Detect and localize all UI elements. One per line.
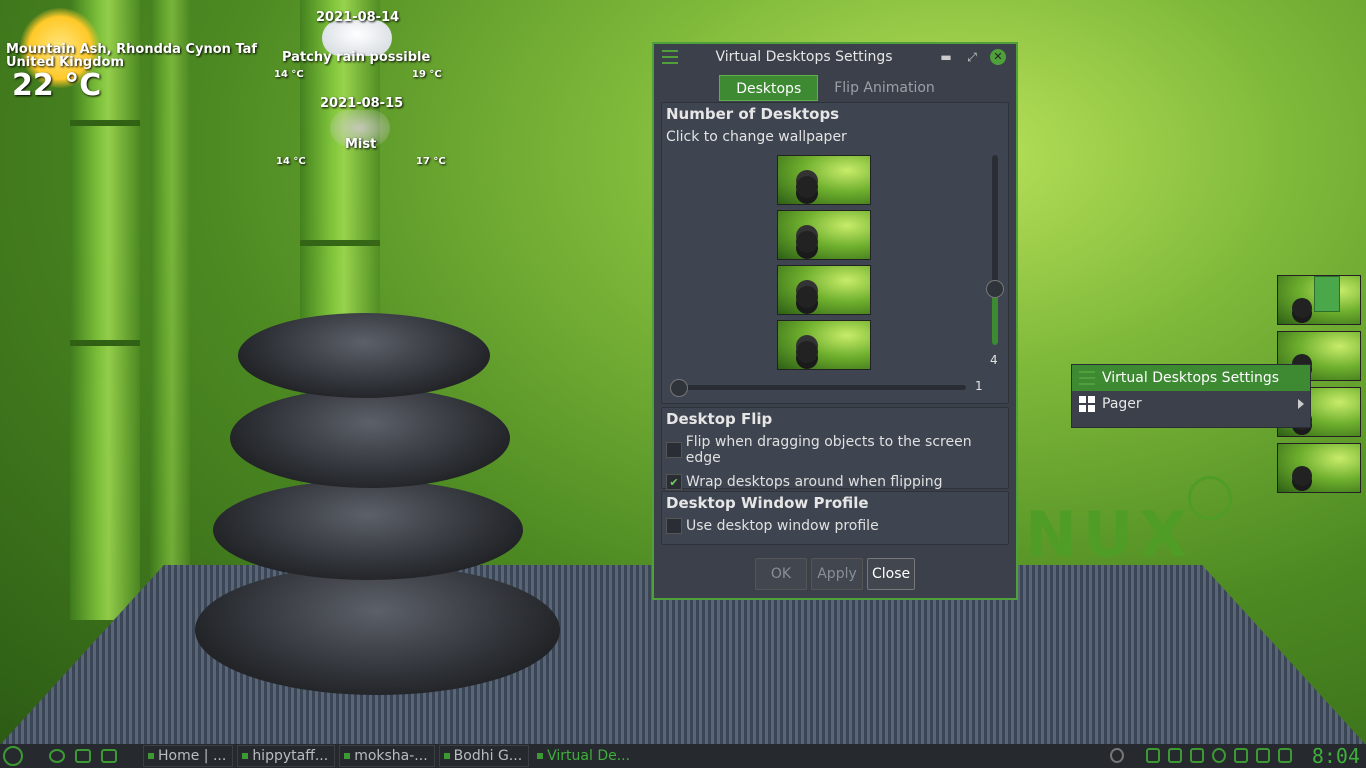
taskbar-task[interactable]: Home | ... [143, 745, 234, 767]
wallpaper-hint: Click to change wallpaper [666, 129, 847, 145]
clock[interactable]: 8:04 [1312, 744, 1360, 768]
minimize-button[interactable]: ▬ [936, 47, 956, 67]
tab-flip-animation[interactable]: Flip Animation [818, 75, 951, 101]
forecast-high-2: 17 °C [416, 156, 446, 167]
taskbar-task-active[interactable]: Virtual De... [533, 746, 636, 766]
close-button[interactable]: Close [867, 558, 915, 590]
checkbox-box[interactable] [666, 518, 682, 534]
slider-handle[interactable] [670, 379, 688, 397]
menu-item-label: Virtual Desktops Settings [1102, 370, 1280, 386]
section-heading: Desktop Flip [666, 410, 773, 428]
browser-launcher-icon[interactable] [49, 749, 65, 763]
wifi-icon[interactable] [1146, 748, 1160, 763]
taskbar: Home | ... hippytaff... moksha-... Bodhi… [0, 744, 1366, 768]
checkbox-label: Wrap desktops around when flipping [686, 474, 943, 490]
taskbar-task[interactable]: moksha-... [339, 745, 435, 767]
maximize-button[interactable]: ⤢ [962, 47, 982, 67]
desktop-thumbnail[interactable] [777, 320, 871, 370]
section-heading: Desktop Window Profile [666, 494, 869, 512]
desktop-flip-frame: Desktop Flip Flip when dragging objects … [661, 407, 1009, 490]
section-heading: Number of Desktops [666, 105, 840, 123]
power-icon[interactable] [1212, 748, 1226, 763]
rows-slider[interactable] [986, 155, 1004, 345]
forecast-date-1: 2021-08-14 [316, 10, 400, 25]
settings-sliders-icon [1078, 370, 1096, 386]
dialog-tabs: Desktops Flip Animation [654, 75, 1016, 101]
weather-temperature: 22 °C [12, 68, 102, 103]
settings-sliders-icon[interactable] [662, 50, 678, 64]
forecast-condition-1: Patchy rain possible [282, 50, 431, 65]
tab-desktops[interactable]: Desktops [719, 75, 819, 101]
rows-value: 4 [990, 353, 998, 367]
dialog-titlebar[interactable]: Virtual Desktops Settings ▬ ⤢ ✕ [654, 44, 1016, 70]
columns-slider[interactable] [670, 379, 966, 397]
pager-window-icon[interactable] [1314, 276, 1340, 312]
volume-icon[interactable] [1234, 748, 1248, 763]
taskbar-task[interactable]: hippytaff... [237, 745, 336, 767]
apply-button[interactable]: Apply [811, 558, 863, 590]
checkbox-label: Use desktop window profile [686, 518, 879, 534]
close-icon: ✕ [990, 49, 1006, 65]
columns-value: 1 [975, 379, 983, 393]
dialog-button-row: OK Apply Close [654, 558, 1016, 590]
clipboard-icon[interactable] [1256, 748, 1270, 763]
menu-item-virtual-desktops-settings[interactable]: Virtual Desktops Settings [1072, 365, 1310, 391]
bulb-icon[interactable] [1110, 748, 1124, 763]
menu-item-pager[interactable]: Pager [1072, 391, 1310, 417]
forecast-low-2: 14 °C [276, 156, 306, 167]
file-manager-launcher-icon[interactable] [75, 749, 91, 763]
ok-button[interactable]: OK [755, 558, 807, 590]
desktop-thumbnail[interactable] [777, 155, 871, 205]
forecast-condition-2: Mist [345, 137, 377, 152]
taskbar-task[interactable]: Bodhi G... [438, 745, 530, 767]
desktop-thumbnail[interactable] [777, 210, 871, 260]
forecast-date-2: 2021-08-15 [320, 96, 404, 111]
pin-launcher-icon[interactable] [101, 749, 117, 763]
window-profile-checkbox[interactable]: Use desktop window profile [662, 514, 1008, 538]
checkbox-box[interactable] [666, 442, 682, 458]
dialog-title: Virtual Desktops Settings [715, 49, 893, 65]
system-tray [1110, 748, 1292, 763]
start-menu-icon[interactable] [3, 746, 23, 766]
display-icon[interactable] [1190, 748, 1204, 763]
bodhi-leaf-icon [1188, 476, 1232, 520]
forecast-low-1: 14 °C [274, 69, 304, 80]
forecast-high-1: 19 °C [412, 69, 442, 80]
pager-context-menu: Virtual Desktops Settings Pager [1071, 364, 1311, 428]
virtual-desktops-dialog: Virtual Desktops Settings ▬ ⤢ ✕ Desktops… [652, 42, 1018, 600]
wallpaper-logo-text: NUX [1025, 498, 1194, 571]
battery-icon[interactable] [1168, 748, 1182, 763]
number-of-desktops-frame: Number of Desktops Click to change wallp… [661, 102, 1009, 404]
desktop-thumbnail[interactable] [777, 265, 871, 315]
submenu-arrow-icon [1298, 399, 1304, 409]
desktop-window-profile-frame: Desktop Window Profile Use desktop windo… [661, 491, 1009, 545]
slider-handle[interactable] [986, 280, 1004, 298]
checkmark-icon[interactable]: ✔ [666, 474, 682, 490]
checkbox-label: Flip when dragging objects to the screen… [685, 434, 972, 466]
flip-drag-checkbox[interactable]: Flip when dragging objects to the screen… [662, 430, 1008, 470]
grid-icon [1078, 396, 1096, 412]
close-window-button[interactable]: ✕ [988, 47, 1008, 67]
screenshot-icon[interactable] [1278, 748, 1292, 763]
menu-item-label: Pager [1102, 396, 1142, 412]
pager-desktop-4[interactable] [1277, 443, 1361, 493]
